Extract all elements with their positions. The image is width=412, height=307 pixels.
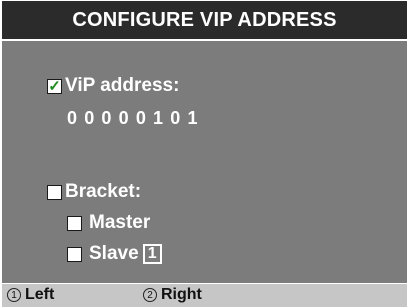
- bracket-label: Bracket:: [65, 181, 142, 202]
- slave-checkbox[interactable]: [67, 246, 82, 262]
- master-checkbox[interactable]: [67, 215, 82, 231]
- slave-number-box[interactable]: 1: [142, 244, 162, 264]
- vip-config-screen: CONFIGURE VIP ADDRESS ✓ ViP address: 000…: [0, 0, 412, 307]
- footer-left-hint: 1 Left: [7, 286, 54, 304]
- slave-row[interactable]: Slave 1: [67, 243, 162, 265]
- footer-right-label: Right: [161, 286, 202, 303]
- button-2-icon: 2: [143, 288, 157, 302]
- footer-left-label: Left: [25, 286, 55, 303]
- button-1-icon: 1: [7, 288, 21, 302]
- master-row[interactable]: Master: [67, 212, 150, 234]
- checkmark-icon: ✓: [48, 77, 61, 95]
- screen-title: CONFIGURE VIP ADDRESS: [2, 1, 407, 39]
- footer-right-hint: 2 Right: [143, 286, 202, 304]
- bracket-checkbox[interactable]: [47, 184, 62, 200]
- master-label: Master: [89, 212, 151, 233]
- vip-address-label: ViP address:: [65, 75, 180, 96]
- vip-address-checkbox[interactable]: ✓: [47, 77, 62, 95]
- footer-bar: 1 Left 2 Right: [2, 284, 407, 307]
- vip-address-row[interactable]: ✓ ViP address:: [47, 75, 179, 97]
- bracket-row[interactable]: Bracket:: [47, 181, 141, 203]
- slave-label: Slave: [89, 243, 139, 264]
- vip-address-value[interactable]: 00000101: [67, 108, 205, 129]
